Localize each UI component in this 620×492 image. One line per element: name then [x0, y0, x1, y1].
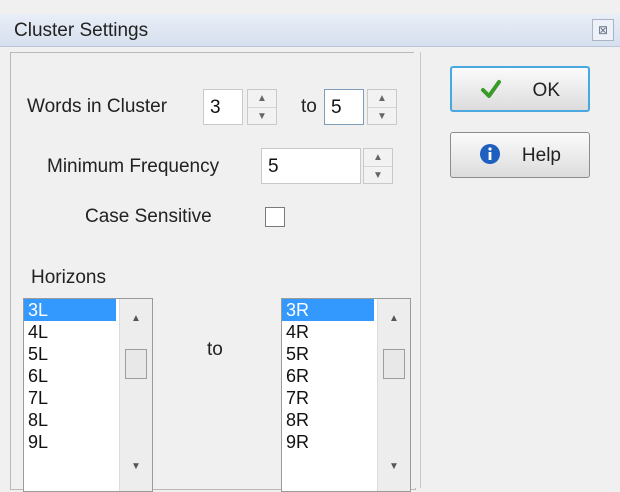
right-horizon-scrollbar[interactable]: ▲ ▼	[377, 299, 410, 491]
checkmark-icon	[481, 80, 501, 98]
horizons-label: Horizons	[31, 267, 106, 288]
ok-label: OK	[532, 80, 560, 101]
stepper-down-icon[interactable]: ▼	[364, 166, 392, 184]
left-horizon-scrollbar[interactable]: ▲ ▼	[119, 299, 152, 491]
ok-button[interactable]: OK	[450, 66, 590, 112]
words-from-input[interactable]: 3	[203, 89, 243, 125]
settings-panel: Words in Cluster 3 ▲ ▼ to 5 ▲ ▼ Minimum …	[10, 52, 416, 492]
stepper-down-icon[interactable]: ▼	[248, 107, 276, 125]
stepper-up-icon[interactable]: ▲	[248, 90, 276, 107]
help-label: Help	[521, 145, 561, 166]
stepper-up-icon[interactable]: ▲	[368, 90, 396, 107]
panel-divider	[414, 52, 421, 488]
scroll-thumb[interactable]	[383, 349, 405, 379]
list-item[interactable]: 7R	[282, 387, 374, 409]
list-item[interactable]: 8L	[24, 409, 116, 431]
right-horizon-list[interactable]: 3R 4R 5R 6R 7R 8R 9R ▲ ▼	[281, 298, 411, 492]
words-to-stepper[interactable]: ▲ ▼	[367, 89, 397, 125]
list-item[interactable]: 3L	[24, 299, 116, 321]
close-icon[interactable]: ⊠	[592, 19, 614, 41]
list-item[interactable]: 5R	[282, 343, 374, 365]
words-to-input[interactable]: 5	[324, 89, 364, 125]
minimum-frequency-input[interactable]: 5	[261, 148, 361, 184]
case-sensitive-label: Case Sensitive	[85, 206, 212, 227]
horizons-to-label: to	[207, 339, 223, 360]
scroll-down-icon[interactable]: ▼	[378, 461, 410, 472]
list-item[interactable]: 4L	[24, 321, 116, 343]
scroll-thumb[interactable]	[125, 349, 147, 379]
list-item[interactable]: 7L	[24, 387, 116, 409]
title-bar: Cluster Settings ⊠	[0, 14, 620, 47]
scroll-up-icon[interactable]: ▲	[120, 313, 152, 324]
stepper-up-icon[interactable]: ▲	[364, 149, 392, 166]
words-to-label: to	[301, 96, 317, 117]
words-in-cluster-label: Words in Cluster	[27, 96, 168, 117]
list-item[interactable]: 6L	[24, 365, 116, 387]
window-title: Cluster Settings	[14, 20, 149, 41]
stepper-down-icon[interactable]: ▼	[368, 107, 396, 125]
list-item[interactable]: 3R	[282, 299, 374, 321]
list-item[interactable]: 9R	[282, 431, 374, 453]
list-item[interactable]: 6R	[282, 365, 374, 387]
words-from-stepper[interactable]: ▲ ▼	[247, 89, 277, 125]
list-item[interactable]: 5L	[24, 343, 116, 365]
scroll-up-icon[interactable]: ▲	[378, 313, 410, 324]
help-button[interactable]: Help	[450, 132, 590, 178]
list-item[interactable]: 9L	[24, 431, 116, 453]
left-horizon-list[interactable]: 3L 4L 5L 6L 7L 8L 9L ▲ ▼	[23, 298, 153, 492]
list-item[interactable]: 8R	[282, 409, 374, 431]
minimum-frequency-label: Minimum Frequency	[47, 156, 220, 177]
minimum-frequency-stepper[interactable]: ▲ ▼	[363, 148, 393, 184]
scroll-down-icon[interactable]: ▼	[120, 461, 152, 472]
list-item[interactable]: 4R	[282, 321, 374, 343]
case-sensitive-checkbox[interactable]	[265, 207, 285, 227]
info-icon	[480, 144, 500, 164]
